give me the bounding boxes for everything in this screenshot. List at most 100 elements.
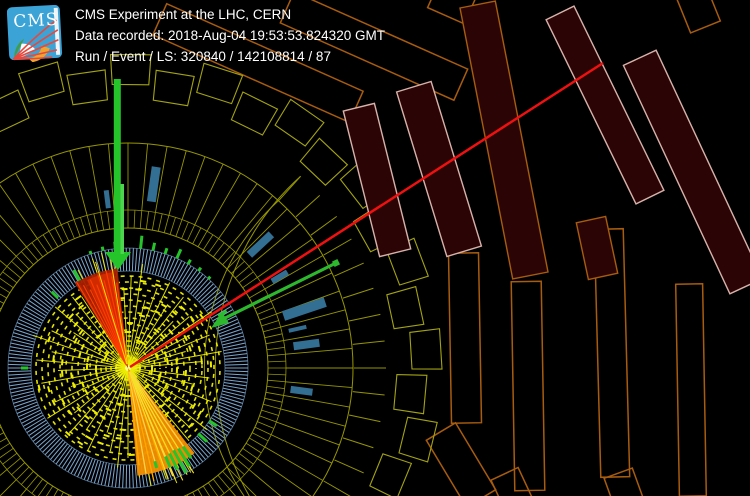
hcal-fine-spoke [202,234,214,251]
ecal-hatch-line [12,335,35,343]
ecal-hatch-line [93,252,102,276]
wedge-band-spoke [342,287,374,299]
green-energy-tick [208,419,218,427]
muon-chambers-hit [342,0,750,295]
ecal-hatch-line [111,464,116,487]
tracker-hit [135,288,142,292]
met-bar-base [105,252,131,270]
ecal-hatch-line [192,278,209,297]
ecal-hatch-line [190,276,206,295]
ecal-hatch-line [42,435,60,453]
tracker-hit [37,384,41,391]
tracker-hit [77,351,82,359]
hcal-fine-spoke [263,326,281,333]
hcal-spoke [264,446,324,481]
ecal-hatch-line [8,356,32,360]
tracker-hit [119,428,126,432]
ecal-hatch-line [224,360,248,363]
hcal-fine-spoke [259,313,277,321]
ecal-hatch-line [34,291,54,307]
ladder-chamber [66,69,108,106]
hcal-fine-spoke [145,211,150,230]
ecal-hatch-line [134,248,138,272]
wedge-band-spoke [310,215,338,236]
ecal-hatch-line [39,433,58,450]
ecal-hatch-line [114,464,119,488]
hcal-fine-spoke [0,307,2,310]
green-energy-tick [100,246,105,251]
wedge-band-arc [214,175,301,496]
tracker-hit [191,402,197,410]
ecal-hatch-line [131,248,134,272]
ecal-hatch-line [52,273,68,293]
ecal-hatch-line [13,332,36,340]
ladder-chamber [409,328,443,370]
ecal-hatch-line [8,379,32,383]
green-energy-tick [153,460,159,469]
green-energy-tick [175,248,183,259]
ecal-hatch-line [194,280,212,299]
hcal-fine-spoke [48,230,59,247]
muon-chamber-box [603,467,644,496]
cms-logo: CMS [7,5,63,62]
wedge-band-spoke [352,391,385,396]
ecal-hatch-line [9,381,33,387]
hcal-spoke [15,172,50,232]
hcal-fine-spoke [254,426,272,436]
ecal-hatch-line [224,370,248,373]
ecal-hatch-line [93,460,102,484]
hcal-fine-spoke [267,373,286,376]
tracker-hit [140,279,147,283]
hcal-fine-spoke [42,234,54,251]
hcal-fine-spoke [265,391,284,396]
hcal-fine-spoke [267,379,286,383]
ecal-hatch-line [47,439,64,458]
tracker-hit [103,433,110,438]
ecal-hatch-line [196,283,214,301]
ecal-hatch-line [224,373,248,376]
ecal-hatch-line [188,273,204,293]
ecal-hatch-line [219,398,242,408]
hcal-fine-spoke [192,227,202,245]
ecal-hatch-line [134,464,138,488]
hcal-energy-bar [293,338,320,351]
ecal-hatch-line [224,353,248,357]
ecal-hatch-line [37,431,56,448]
ecal-hatch-line [90,460,99,483]
hcal-spoke [0,260,8,267]
green-energy-tick [197,266,203,272]
track-line [36,359,126,369]
hcal-fine-spoke [67,221,75,239]
hcal-fine-spoke [265,340,284,345]
muon-chamber-hit-box [342,102,412,258]
hcal-fine-spoke [257,307,275,315]
tracker-hit [60,370,64,377]
tracker-hit [158,371,162,379]
ecal-hatch-line [224,379,248,383]
hcal-fine-spoke [157,213,163,232]
hcal-fine-spoke [249,288,266,299]
green-energy-tick [88,250,93,255]
wedge-band-spoke [348,414,381,423]
hcal-fine-spoke [54,227,64,245]
green-energy-tick [50,290,60,300]
header-timestamp: Data recorded: 2018-Aug-04 19:53:53.8243… [75,28,385,43]
ecal-hatch-line [198,286,217,303]
hcal-fine-spoke [245,442,262,454]
wedge-band-spoke [334,262,364,277]
ecal-hatch-line [131,464,134,488]
hcal-fine-spoke [266,346,285,351]
green-energy-tick [207,275,212,280]
wedge-band-spoke [352,340,385,345]
muon-chamber-box [676,0,722,34]
tracker-hit [68,313,74,319]
hcal-spoke [283,394,350,408]
hcal-energy-bar [290,385,313,396]
ecal-hatch-line [52,443,68,463]
ecal-hatch-line [220,396,243,404]
hcal-fine-spoke [263,403,281,410]
ecal-hatch-line [12,393,35,401]
hcal-fine-spoke [242,447,258,459]
hcal-fine-spoke [100,212,105,231]
ladder-chamber [393,374,428,415]
